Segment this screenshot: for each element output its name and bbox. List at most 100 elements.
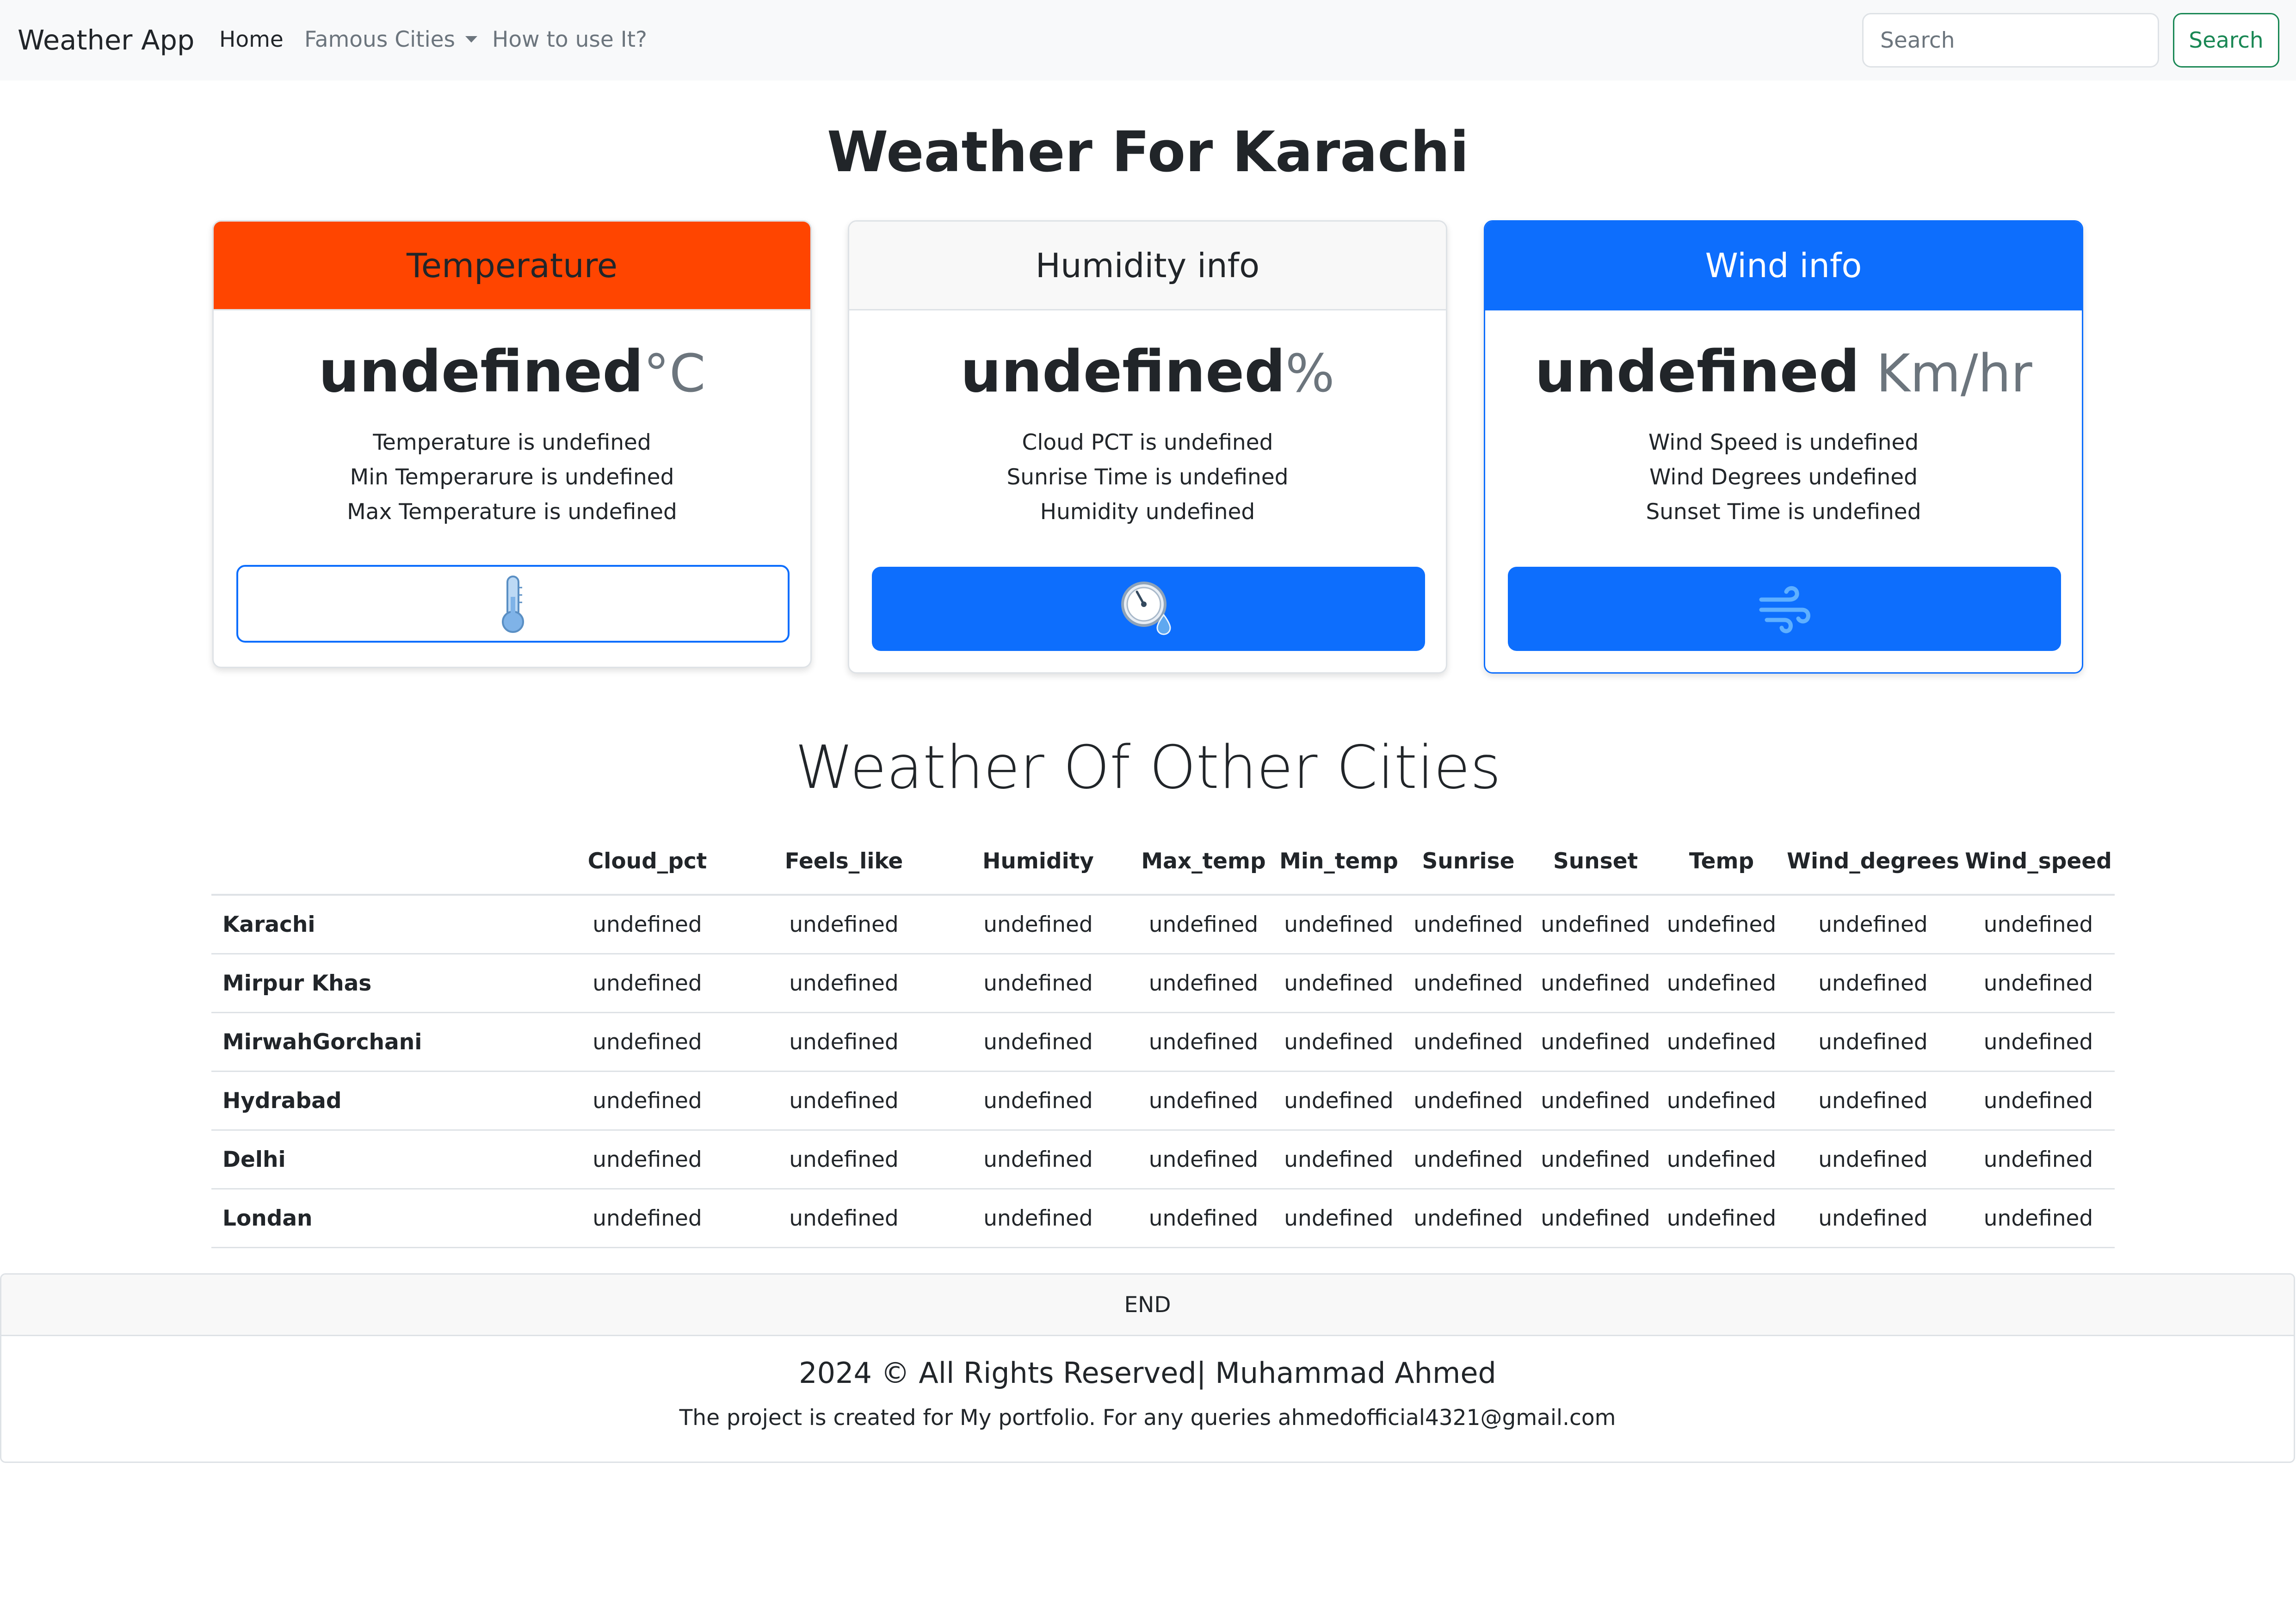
city-name-cell: MirwahGorchani xyxy=(211,1012,549,1072)
sunrise-line: Sunrise Time is undefined xyxy=(1006,465,1289,490)
city-name-cell: Delhi xyxy=(211,1130,549,1189)
column-header: Sunrise xyxy=(1405,828,1532,896)
table-row: Delhi undefined undefined undefined unde… xyxy=(211,1130,2115,1189)
table-cell: undefined xyxy=(1134,1071,1273,1131)
temperature-card: Temperature undefined°C Temperature is u… xyxy=(212,220,812,668)
table-cell: undefined xyxy=(1784,1130,1962,1189)
column-header xyxy=(211,828,549,896)
table-cell: undefined xyxy=(1962,954,2115,1013)
table-row: MirwahGorchani undefined undefined undef… xyxy=(211,1012,2115,1072)
temperature-unit: °C xyxy=(643,344,706,404)
wind-degrees-line: Wind Degrees undefined xyxy=(1649,465,1918,490)
nav-dropdown-famous-cities[interactable]: Famous Cities xyxy=(304,27,478,52)
table-cell: undefined xyxy=(549,1189,746,1248)
table-cell: undefined xyxy=(1405,1012,1532,1072)
table-cell: undefined xyxy=(1134,1012,1273,1072)
wind-value-number: undefined xyxy=(1535,339,1860,405)
table-cell: undefined xyxy=(1784,1012,1962,1072)
table-cell: undefined xyxy=(1962,1189,2115,1248)
table-cell: undefined xyxy=(1273,1189,1405,1248)
table-cell: undefined xyxy=(1659,1012,1784,1072)
humidity-line: Humidity undefined xyxy=(1040,499,1255,525)
nav-link-how-to-use[interactable]: How to use It? xyxy=(492,27,647,52)
wind-details: Wind Speed is undefined Wind Degrees und… xyxy=(1485,425,2082,529)
city-name-cell: Karachi xyxy=(211,895,549,954)
table-cell: undefined xyxy=(1405,1130,1532,1189)
table-cell: undefined xyxy=(942,1071,1134,1131)
table-cell: undefined xyxy=(1659,1130,1784,1189)
temperature-value: undefined°C xyxy=(214,337,810,409)
table-row: Londan undefined undefined undefined und… xyxy=(211,1189,2115,1248)
other-cities-table: Cloud_pct Feels_like Humidity Max_temp M… xyxy=(211,828,2115,1248)
humidity-value-number: undefined xyxy=(960,339,1286,405)
table-cell: undefined xyxy=(1532,1189,1659,1248)
table-cell: undefined xyxy=(1405,895,1532,954)
navbar: Weather App Home Famous Cities How to us… xyxy=(0,0,2296,81)
max-temperature-line: Max Temperature is undefined xyxy=(347,499,677,525)
thermometer-icon xyxy=(502,576,524,633)
table-cell: undefined xyxy=(1273,954,1405,1013)
table-cell: undefined xyxy=(1659,1189,1784,1248)
chevron-down-icon xyxy=(465,36,478,43)
column-header: Max_temp xyxy=(1134,828,1273,896)
table-cell: undefined xyxy=(942,1012,1134,1072)
table-cell: undefined xyxy=(549,895,746,954)
table-cell: undefined xyxy=(1784,1189,1962,1248)
humidity-gauge-icon xyxy=(1121,582,1171,635)
table-cell: undefined xyxy=(746,1130,942,1189)
table-row: Mirpur Khas undefined undefined undefine… xyxy=(211,954,2115,1013)
brand-logo-link[interactable]: Weather App xyxy=(18,24,194,56)
temperature-value-number: undefined xyxy=(318,339,644,405)
table-cell: undefined xyxy=(549,1012,746,1072)
wind-card: Wind info undefined Km/hr Wind Speed is … xyxy=(1484,220,2083,674)
table-cell: undefined xyxy=(1532,895,1659,954)
column-header: Min_temp xyxy=(1273,828,1405,896)
nav-link-home[interactable]: Home xyxy=(219,27,284,52)
table-cell: undefined xyxy=(942,1189,1134,1248)
column-header: Humidity xyxy=(942,828,1134,896)
table-cell: undefined xyxy=(549,954,746,1013)
wind-button[interactable] xyxy=(1508,567,2061,651)
wind-unit: Km/hr xyxy=(1859,344,2032,404)
humidity-value: undefined% xyxy=(849,337,1446,409)
table-cell: undefined xyxy=(1273,1012,1405,1072)
table-cell: undefined xyxy=(746,1189,942,1248)
footer: END 2024 © All Rights Reserved| Muhammad… xyxy=(0,1273,2295,1463)
city-name-cell: Hydrabad xyxy=(211,1071,549,1131)
table-cell: undefined xyxy=(746,1071,942,1131)
table-cell: undefined xyxy=(942,954,1134,1013)
table-cell: undefined xyxy=(1962,1130,2115,1189)
page-title: Weather For Karachi xyxy=(827,120,1469,185)
wind-icon xyxy=(1759,586,1810,633)
column-header: Sunset xyxy=(1532,828,1659,896)
nav-dropdown-label: Famous Cities xyxy=(304,27,456,52)
table-cell: undefined xyxy=(1405,1071,1532,1131)
table-cell: undefined xyxy=(1532,954,1659,1013)
table-row: Hydrabad undefined undefined undefined u… xyxy=(211,1071,2115,1131)
footer-contact-text: The project is created for My portfolio.… xyxy=(679,1405,1616,1431)
table-cell: undefined xyxy=(1532,1071,1659,1131)
temperature-card-header: Temperature xyxy=(214,222,810,310)
table-cell: undefined xyxy=(1659,954,1784,1013)
humidity-card: Humidity info undefined% Cloud PCT is un… xyxy=(848,220,1447,674)
column-header: Wind_speed xyxy=(1962,828,2115,896)
table-cell: undefined xyxy=(1134,1189,1273,1248)
table-cell: undefined xyxy=(1273,1130,1405,1189)
search-button[interactable]: Search xyxy=(2173,13,2279,68)
footer-header: END xyxy=(1,1275,2294,1336)
table-cell: undefined xyxy=(1962,1012,2115,1072)
table-cell: undefined xyxy=(942,895,1134,954)
temperature-details: Temperature is undefined Min Temperarure… xyxy=(214,425,810,529)
table-header-row: Cloud_pct Feels_like Humidity Max_temp M… xyxy=(211,828,2115,896)
wind-card-header: Wind info xyxy=(1485,222,2082,310)
wind-speed-line: Wind Speed is undefined xyxy=(1648,430,1919,455)
search-input[interactable] xyxy=(1862,13,2159,68)
temperature-button[interactable] xyxy=(236,565,790,643)
city-name-cell: Mirpur Khas xyxy=(211,954,549,1013)
table-cell: undefined xyxy=(549,1071,746,1131)
humidity-card-header: Humidity info xyxy=(849,222,1446,310)
humidity-button[interactable] xyxy=(872,567,1425,651)
footer-copyright: 2024 © All Rights Reserved| Muhammad Ahm… xyxy=(799,1356,1496,1390)
humidity-unit: % xyxy=(1285,344,1335,404)
table-cell: undefined xyxy=(746,954,942,1013)
